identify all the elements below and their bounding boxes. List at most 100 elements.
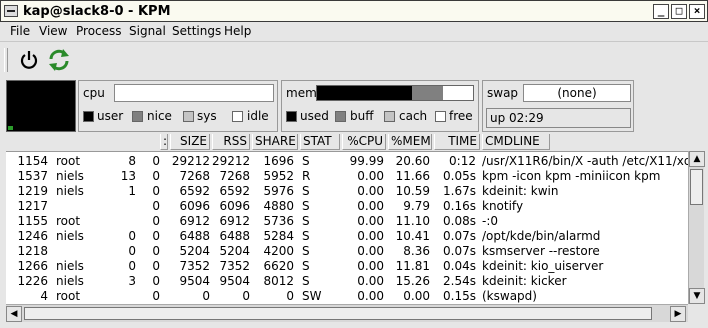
- stat-cell: S: [302, 214, 310, 228]
- scroll-down-icon[interactable]: ▼: [689, 288, 705, 304]
- priority-cell: 13: [120, 169, 136, 183]
- time-cell: 1.67s: [443, 184, 476, 198]
- table-row[interactable]: 1218 0 0 5204 5204 4200 S 0.00 8.36 0.07s ksmserve…: [6, 244, 688, 259]
- column-header-size[interactable]: SIZE: [170, 134, 210, 150]
- menu-help[interactable]: Help: [224, 24, 251, 38]
- vertical-scroll-thumb[interactable]: [690, 169, 703, 205]
- table-row[interactable]: 1219 niels 1 0 6592 6592 5976 S 0.00 10.59 1.67s kd…: [6, 184, 688, 199]
- column-header-mem[interactable]: %MEM: [388, 134, 432, 150]
- time-cell: 0.16s: [443, 199, 476, 213]
- cmdline-cell: /opt/kde/bin/alarmd: [482, 229, 601, 243]
- scroll-left-icon[interactable]: ◀: [6, 306, 22, 322]
- menu-signal[interactable]: Signal: [129, 24, 166, 38]
- size-cell: 9504: [179, 274, 210, 288]
- column-header-stat[interactable]: STAT: [300, 134, 340, 150]
- table-row[interactable]: 1266 niels 0 0 7352 7352 6620 S 0.00 11.81 0.04s kd…: [6, 259, 688, 274]
- cpu-cell: 0.00: [357, 229, 384, 243]
- column-header: : SIZE RSS SHARE STAT %CPU %MEM TIME CMD…: [6, 134, 702, 150]
- scroll-up-icon[interactable]: ▲: [689, 151, 705, 167]
- cpu-cell: 0.00: [357, 199, 384, 213]
- share-cell: 5736: [263, 214, 294, 228]
- pid-cell: 1218: [17, 244, 48, 258]
- app-icon[interactable]: [4, 5, 18, 17]
- cpu-idle-swatch: [232, 111, 243, 122]
- process-list[interactable]: 1154 root 8 0 29212 29212 1696 S 99.99 20.60 0:12 /…: [6, 151, 688, 304]
- priority-cell: 0: [128, 229, 136, 243]
- pid-cell: 1246: [17, 229, 48, 243]
- stat-cell: S: [302, 199, 310, 213]
- table-row[interactable]: 1537 niels 13 0 7268 7268 5952 R 0.00 11.66 0.05s k…: [6, 169, 688, 184]
- cpu-cell: 99.99: [349, 154, 384, 168]
- column-header-share[interactable]: SHARE: [252, 134, 298, 150]
- time-cell: 0:12: [449, 154, 476, 168]
- refresh-icon[interactable]: [46, 47, 72, 73]
- nice-cell: 0: [152, 274, 160, 288]
- close-icon[interactable]: ×: [689, 4, 705, 19]
- stat-cell: S: [302, 154, 310, 168]
- horizontal-scroll-thumb[interactable]: [24, 307, 652, 320]
- priority-cell: 1: [128, 184, 136, 198]
- table-row[interactable]: 1154 root 8 0 29212 29212 1696 S 99.99 20.60 0:12 /…: [6, 154, 688, 169]
- priority-cell: 0: [128, 244, 136, 258]
- share-cell: 8012: [263, 274, 294, 288]
- table-row[interactable]: 4 root 0 0 0 0 SW 0.00 0.00 0.15s (kswapd): [6, 289, 688, 304]
- rss-cell: 6096: [219, 199, 250, 213]
- maximize-icon[interactable]: □: [671, 4, 687, 19]
- horizontal-scrollbar[interactable]: ◀ ▶: [6, 304, 688, 322]
- table-row[interactable]: 1246 niels 0 0 6488 6488 5284 S 0.00 10.41 0.07s/o…: [6, 229, 688, 244]
- menu-file[interactable]: File: [10, 24, 30, 38]
- rss-cell: 7352: [219, 259, 250, 273]
- mem-buff-swatch: [335, 111, 346, 122]
- scroll-corner: [688, 304, 704, 322]
- pid-cell: 1226: [17, 274, 48, 288]
- column-header-cmdline[interactable]: CMDLINE: [482, 134, 550, 150]
- rss-cell: 6912: [219, 214, 250, 228]
- table-row[interactable]: 1217 0 6096 6096 4880 S 0.00 9.79 0.16s knotify: [6, 199, 688, 214]
- cpu-cell: 0.00: [357, 214, 384, 228]
- title-bar[interactable]: kap@slack8-0 - KPM _ □ ×: [0, 0, 708, 22]
- scroll-right-icon[interactable]: ▶: [670, 306, 686, 322]
- cpu-history-graph: [6, 80, 76, 132]
- rss-cell: 6488: [219, 229, 250, 243]
- column-header-cpu[interactable]: %CPU: [342, 134, 386, 150]
- swap-label: swap: [487, 86, 519, 100]
- pid-cell: 1537: [17, 169, 48, 183]
- pid-cell: 1217: [17, 199, 48, 213]
- column-header-time[interactable]: TIME: [434, 134, 480, 150]
- cmdline-cell: ksmserver --restore: [482, 244, 600, 258]
- cmdline-cell: kdeinit: kwin: [482, 184, 559, 198]
- vertical-scrollbar[interactable]: ▲ ▼: [688, 151, 705, 304]
- menu-process[interactable]: Process: [76, 24, 122, 38]
- stat-cell: R: [302, 169, 311, 183]
- share-cell: 4880: [263, 199, 294, 213]
- nice-cell: 0: [152, 214, 160, 228]
- cpu-legend-nice: nice: [147, 109, 172, 123]
- priority-cell: 0: [128, 259, 136, 273]
- table-row[interactable]: 1155 root 0 6912 6912 5736 S 0.00 11.10 0.08s -:0: [6, 214, 688, 229]
- nice-cell: 0: [152, 184, 160, 198]
- cpu-nice-swatch: [132, 111, 143, 122]
- share-cell: 0: [286, 289, 294, 303]
- cpu-cell: 0.00: [357, 289, 384, 303]
- table-row[interactable]: 1226 niels 3 0 9504 9504 8012 S 0.00 15.26 2.54s kd…: [6, 274, 688, 289]
- cpu-user-swatch: [83, 111, 94, 122]
- time-cell: 0.08s: [443, 214, 476, 228]
- column-header-resize[interactable]: :: [160, 134, 168, 150]
- time-cell: 2.54s: [443, 274, 476, 288]
- nice-cell: 0: [152, 289, 160, 303]
- rss-cell: 0: [242, 289, 250, 303]
- menu-view[interactable]: View: [39, 24, 67, 38]
- time-cell: 0.15s: [443, 289, 476, 303]
- swap-value: (none): [523, 84, 631, 102]
- size-cell: 6096: [179, 199, 210, 213]
- cpu-legend-idle: idle: [247, 109, 269, 123]
- cpu-usage-bar: [114, 84, 274, 102]
- user-cell: root: [56, 289, 81, 303]
- share-cell: 4200: [263, 244, 294, 258]
- time-cell: 0.07s: [443, 229, 476, 243]
- menu-settings[interactable]: Settings: [172, 24, 221, 38]
- toolbar-grip[interactable]: [4, 48, 8, 72]
- column-header-rss[interactable]: RSS: [212, 134, 250, 150]
- minimize-icon[interactable]: _: [653, 4, 669, 19]
- power-icon[interactable]: [16, 47, 42, 73]
